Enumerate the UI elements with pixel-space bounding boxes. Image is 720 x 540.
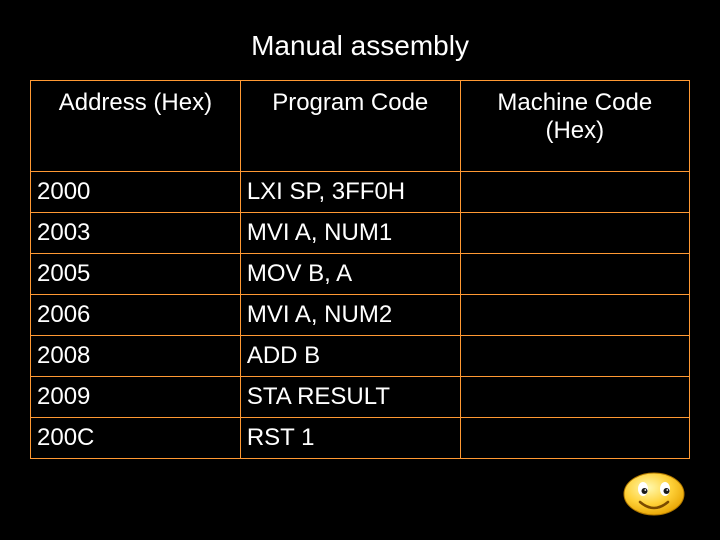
- col-header-address: Address (Hex): [31, 81, 241, 172]
- cell-machine: [460, 336, 689, 377]
- cell-address: 2008: [31, 336, 241, 377]
- smiley-icon: [618, 468, 690, 518]
- cell-machine: [460, 418, 689, 459]
- col-header-program: Program Code: [240, 81, 460, 172]
- cell-machine: [460, 254, 689, 295]
- cell-address: 2006: [31, 295, 241, 336]
- assembly-table: Address (Hex) Program Code Machine Code …: [30, 80, 690, 459]
- table-row: 2005 MOV B, A: [31, 254, 690, 295]
- cell-program: MVI A, NUM2: [240, 295, 460, 336]
- cell-machine: [460, 377, 689, 418]
- cell-address: 2005: [31, 254, 241, 295]
- cell-program: STA RESULT: [240, 377, 460, 418]
- slide: Manual assembly Address (Hex) Program Co…: [0, 0, 720, 540]
- cell-program: MOV B, A: [240, 254, 460, 295]
- table-row: 2000 LXI SP, 3FF0H: [31, 172, 690, 213]
- cell-address: 2000: [31, 172, 241, 213]
- page-title: Manual assembly: [0, 30, 720, 62]
- cell-program: ADD B: [240, 336, 460, 377]
- cell-program: LXI SP, 3FF0H: [240, 172, 460, 213]
- table-header-row: Address (Hex) Program Code Machine Code …: [31, 81, 690, 172]
- cell-program: MVI A, NUM1: [240, 213, 460, 254]
- table-row: 2003 MVI A, NUM1: [31, 213, 690, 254]
- col-header-machine: Machine Code (Hex): [460, 81, 689, 172]
- table-row: 2008 ADD B: [31, 336, 690, 377]
- cell-machine: [460, 295, 689, 336]
- table-row: 2006 MVI A, NUM2: [31, 295, 690, 336]
- table-row: 200C RST 1: [31, 418, 690, 459]
- table-row: 2009 STA RESULT: [31, 377, 690, 418]
- cell-program: RST 1: [240, 418, 460, 459]
- cell-address: 2009: [31, 377, 241, 418]
- cell-address: 200C: [31, 418, 241, 459]
- cell-machine: [460, 172, 689, 213]
- cell-machine: [460, 213, 689, 254]
- cell-address: 2003: [31, 213, 241, 254]
